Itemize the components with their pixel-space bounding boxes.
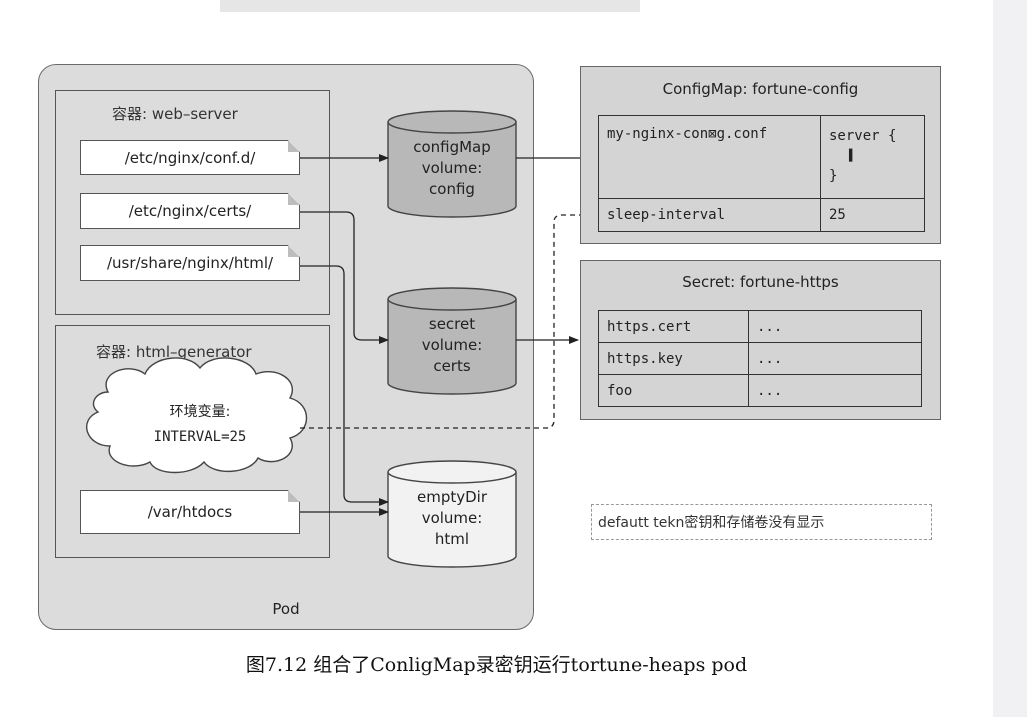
configmap-key-sleep: sleep-interval (598, 198, 821, 232)
figure-caption: 图7.12 组合了ConligMap录密钥运行tortune-heaps pod (245, 654, 748, 676)
table-row: my-nginx-con⊠g.conf server { ▌ } (598, 115, 925, 199)
page-margin (993, 0, 1027, 717)
secret-key: https.key (598, 342, 749, 375)
configmap-panel: ConfigMap: fortune-config my-nginx-con⊠g… (580, 66, 941, 244)
arrow-html-to-emptydir (300, 265, 389, 506)
table-row: sleep-interval 25 (598, 198, 925, 232)
secret-val: ... (748, 310, 922, 343)
table-row: https.cert ... (598, 310, 922, 343)
env-value: INTERVAL=25 (153, 429, 247, 445)
secret-val: ... (748, 342, 922, 375)
secret-key: foo (598, 374, 749, 407)
secret-val: ... (748, 374, 922, 407)
configmap-val-sleep: 25 (820, 198, 925, 232)
secret-key: https.cert (598, 310, 749, 343)
table-row: foo ... (598, 374, 922, 407)
volume-config-label: configMap volume: config (413, 138, 491, 198)
configmap-val-nginx: server { ▌ } (820, 115, 925, 199)
secret-table: https.cert ... https.key ... foo ... (598, 310, 922, 407)
note-box: defautt tekn密钥和存储卷没有显示 (591, 504, 932, 540)
secret-title: Secret: fortune-https (682, 273, 839, 291)
configmap-key-nginx: my-nginx-con⊠g.conf (598, 115, 821, 199)
configmap-title: ConfigMap: fortune-config (662, 80, 859, 98)
volume-html-label: emptyDir volume: html (416, 488, 487, 548)
table-row: https.key ... (598, 342, 922, 375)
volume-certs-label: secret volume: certs (421, 315, 483, 375)
env-title: 环境变量: (169, 404, 231, 420)
secret-panel: Secret: fortune-https https.cert ... htt… (580, 260, 941, 420)
configmap-table: my-nginx-con⊠g.conf server { ▌ } sleep-i… (598, 115, 925, 232)
